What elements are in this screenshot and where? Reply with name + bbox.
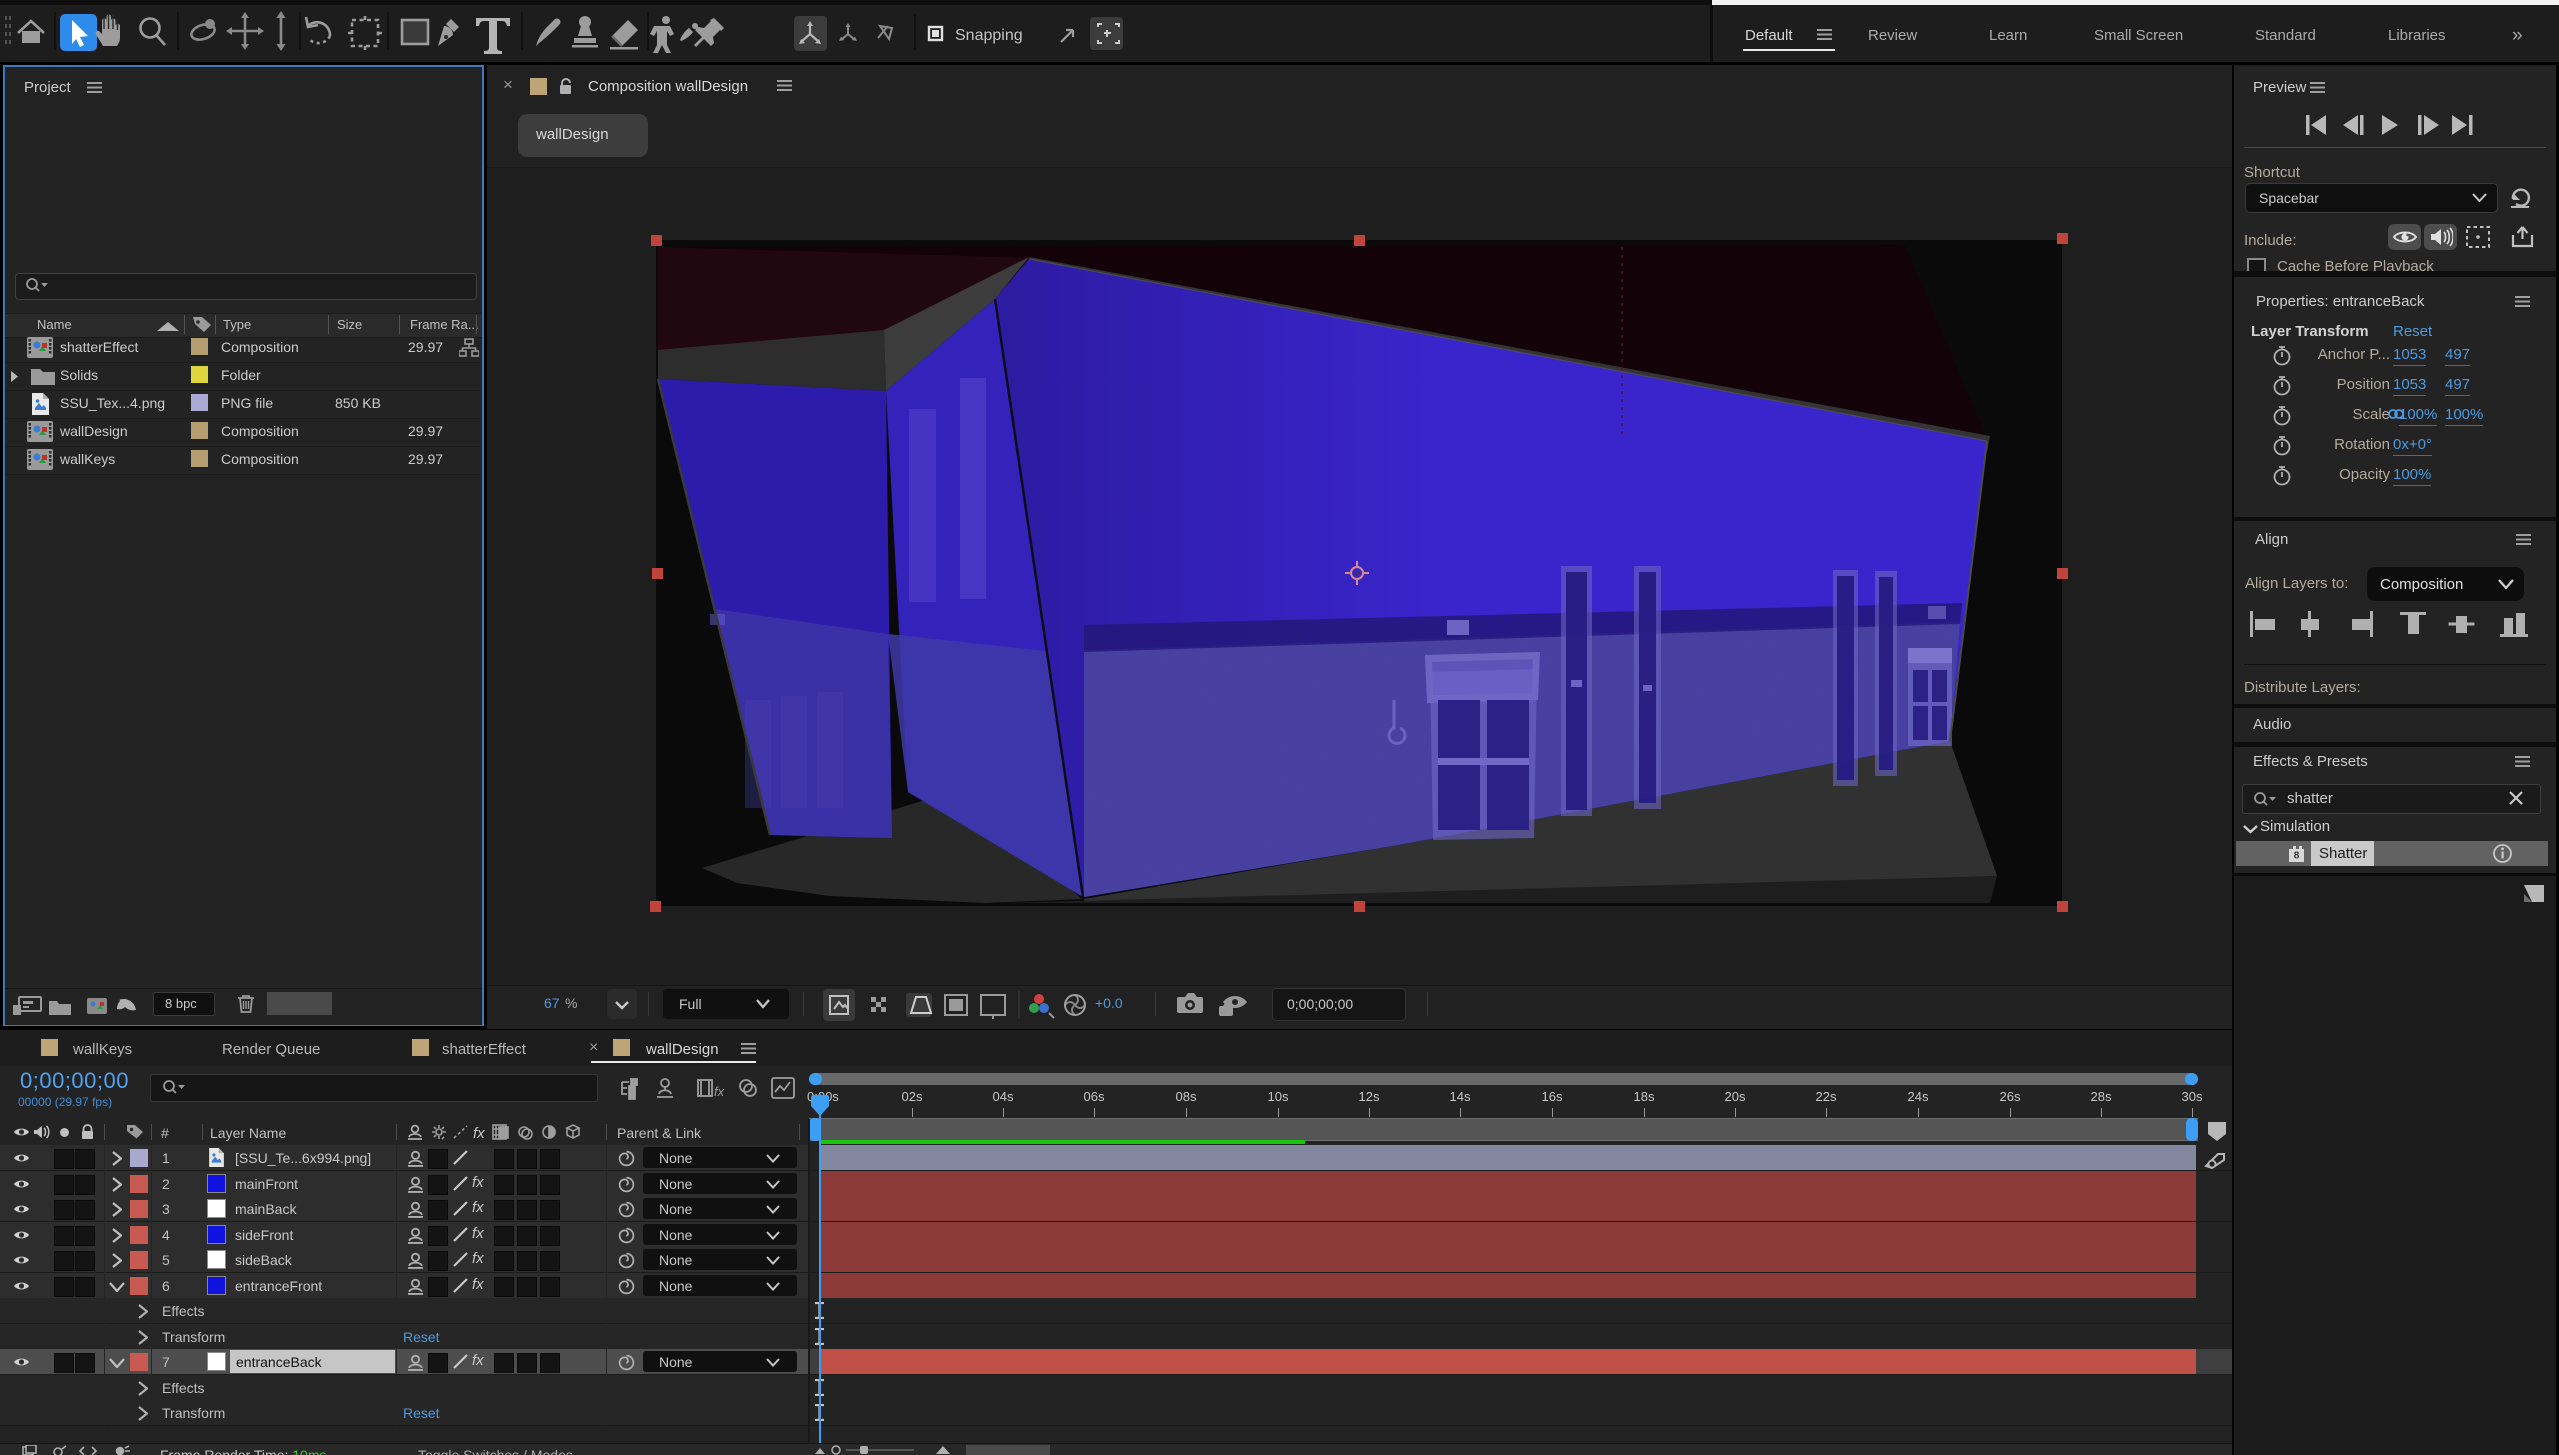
- svg-text:Snapping: Snapping: [955, 27, 1023, 44]
- svg-text:8: 8: [2294, 851, 2300, 862]
- svg-text:fx: fx: [714, 1084, 725, 1099]
- svg-text:fx: fx: [473, 1125, 485, 1141]
